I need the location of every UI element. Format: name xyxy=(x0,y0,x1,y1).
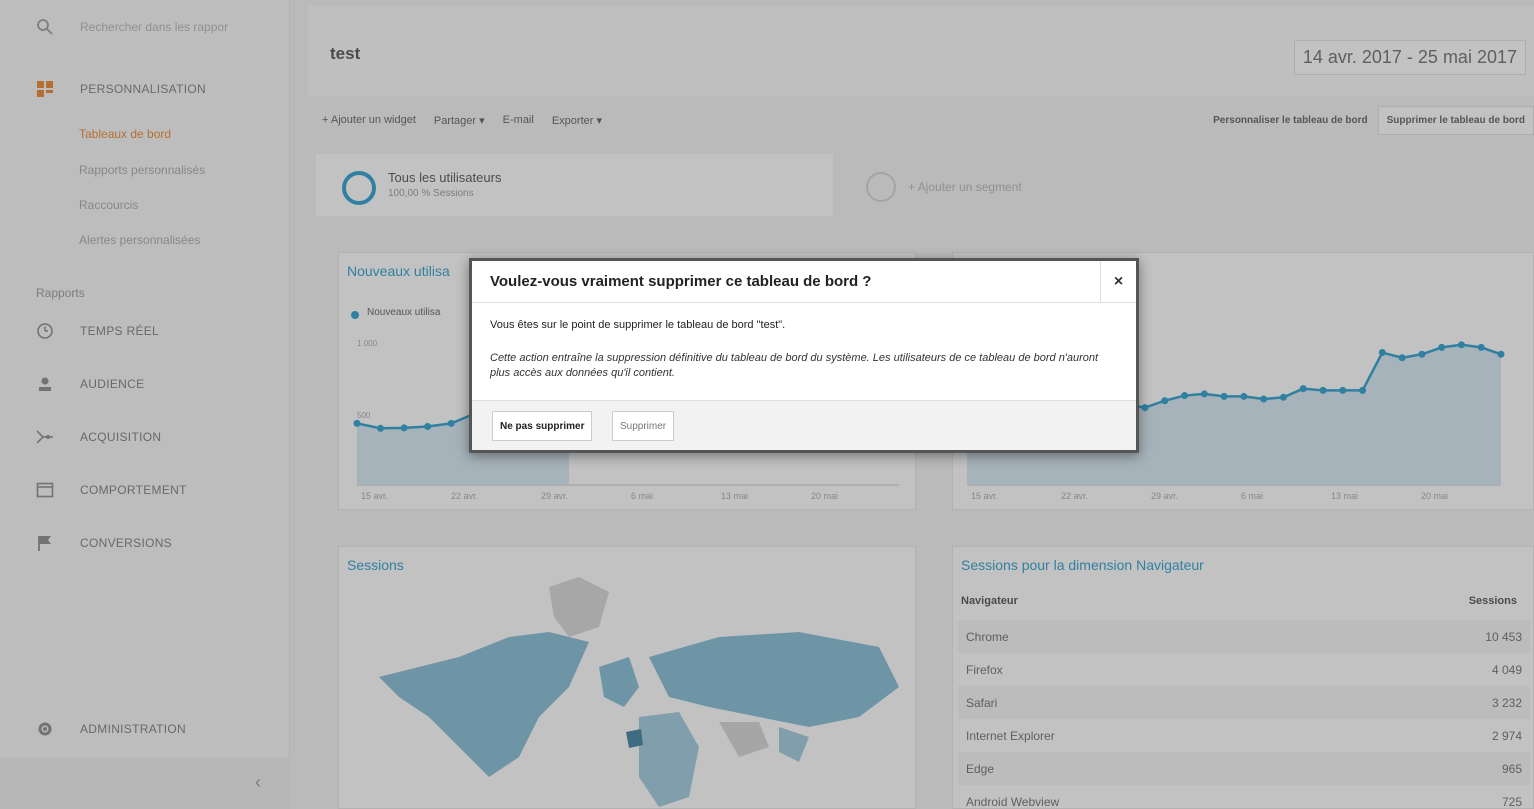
delete-dashboard-dialog: Voulez-vous vraiment supprimer ce tablea… xyxy=(469,258,1139,453)
confirm-delete-button[interactable]: Supprimer xyxy=(612,411,675,441)
close-icon[interactable]: × xyxy=(1100,261,1136,303)
cancel-delete-button[interactable]: Ne pas supprimer xyxy=(492,411,593,441)
dialog-footer: Ne pas supprimer Supprimer xyxy=(472,400,1136,450)
dialog-warning: Cette action entraîne la suppression déf… xyxy=(490,352,1099,379)
dialog-header: Voulez-vous vraiment supprimer ce tablea… xyxy=(472,261,1136,303)
dialog-message: Vous êtes sur le point de supprimer le t… xyxy=(490,319,786,331)
dialog-title: Voulez-vous vraiment supprimer ce tablea… xyxy=(490,273,872,290)
